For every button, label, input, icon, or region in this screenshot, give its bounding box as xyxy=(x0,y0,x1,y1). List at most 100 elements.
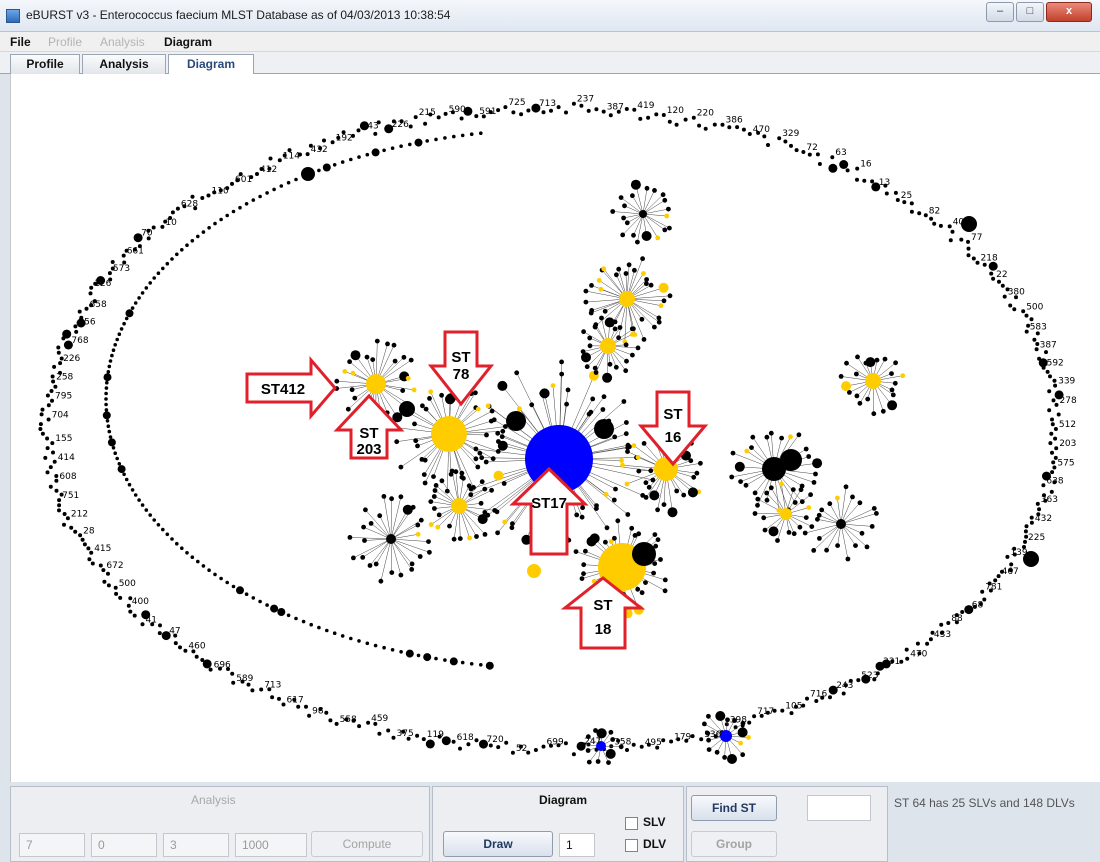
st-node xyxy=(580,505,585,511)
st-node xyxy=(889,387,895,393)
singleton-node xyxy=(856,678,861,683)
st-node xyxy=(806,454,812,459)
singleton-node xyxy=(102,579,107,584)
st-node xyxy=(661,502,667,507)
singleton-node xyxy=(980,589,985,594)
node-label: 247 xyxy=(584,737,601,747)
tab-analysis[interactable]: Analysis xyxy=(82,54,166,74)
node-label: 795 xyxy=(55,392,72,402)
menu-diagram[interactable]: Diagram xyxy=(164,35,212,49)
singleton-node xyxy=(571,101,576,106)
singleton-node xyxy=(40,431,45,436)
diagram-panel-title: Diagram xyxy=(539,793,588,807)
diagram-canvas[interactable]: 512 203 575 638 363 432 225 139 467 781 68 88 433 470… xyxy=(10,74,1100,782)
singleton-node xyxy=(1029,520,1034,525)
draw-button[interactable]: Draw xyxy=(443,831,553,857)
group-button[interactable]: Group xyxy=(691,831,777,857)
singleton-node xyxy=(1008,303,1013,308)
singleton-node xyxy=(839,160,849,169)
node-label: 583 xyxy=(1030,323,1047,333)
st-node xyxy=(428,522,434,527)
node-label: 467 xyxy=(1002,567,1019,577)
singleton-node xyxy=(144,286,149,290)
singleton-node xyxy=(855,177,859,182)
st-node xyxy=(889,371,894,376)
slv-checkbox[interactable] xyxy=(625,817,638,830)
maximize-button[interactable]: □ xyxy=(1016,2,1044,22)
menu-profile[interactable]: Profile xyxy=(48,35,82,49)
singleton-node xyxy=(564,110,568,115)
singleton-node xyxy=(1023,539,1027,544)
singleton-node xyxy=(997,279,1001,284)
st-node xyxy=(803,515,809,520)
st-node xyxy=(514,370,520,376)
singleton-node xyxy=(340,634,345,638)
node-label: 192 xyxy=(336,133,353,143)
st-node xyxy=(639,316,645,322)
singleton-node xyxy=(332,163,337,167)
singleton-node xyxy=(304,704,308,709)
node-label: 589 xyxy=(236,674,253,684)
singleton-node xyxy=(365,152,370,157)
singleton-node xyxy=(294,177,298,182)
singleton-node xyxy=(638,116,643,121)
singleton-node xyxy=(57,503,62,508)
st-node xyxy=(573,549,579,554)
singleton-node xyxy=(932,221,937,226)
node-label: 512 xyxy=(1059,420,1076,430)
tab-profile[interactable]: Profile xyxy=(10,54,80,74)
st-node xyxy=(473,456,479,462)
st-node xyxy=(768,526,779,537)
singleton-node xyxy=(390,648,395,652)
st-node xyxy=(880,408,886,414)
eburst-diagram[interactable]: 512 203 575 638 363 432 225139 46778168 88433 470… xyxy=(11,74,1100,782)
tab-diagram[interactable]: Diagram xyxy=(168,54,254,75)
singleton-node xyxy=(1009,562,1014,567)
close-button[interactable]: x xyxy=(1046,2,1092,22)
singleton-node xyxy=(130,306,135,310)
node-label: 63 xyxy=(835,148,846,158)
cluster-spoke xyxy=(390,498,392,540)
draw-level-input[interactable]: 1 xyxy=(559,833,595,857)
node-label: 608 xyxy=(59,472,76,482)
node-label: 243 xyxy=(836,681,853,691)
analysis-field-1[interactable]: 7 xyxy=(19,833,85,857)
singleton-node xyxy=(667,119,672,124)
analysis-field-3[interactable]: 3 xyxy=(163,833,229,857)
menu-analysis[interactable]: Analysis xyxy=(100,35,145,49)
find-st-input[interactable] xyxy=(807,795,871,821)
minimize-button[interactable]: – xyxy=(986,2,1014,22)
singleton-node xyxy=(1002,294,1007,299)
st-node xyxy=(620,232,626,238)
dlv-checkbox[interactable] xyxy=(625,839,638,852)
singleton-node xyxy=(52,459,57,464)
st-node xyxy=(415,531,421,537)
singleton-node xyxy=(905,656,910,661)
analysis-field-4[interactable]: 1000 xyxy=(235,833,307,857)
find-st-button[interactable]: Find ST xyxy=(691,795,777,821)
st-node xyxy=(587,335,593,341)
singleton-node xyxy=(317,625,321,630)
singleton-node xyxy=(50,374,55,379)
st-node xyxy=(635,239,640,245)
compute-button[interactable]: Compute xyxy=(311,831,423,857)
node-label: 592 xyxy=(1047,359,1064,369)
st-node xyxy=(798,487,804,493)
singleton-node xyxy=(451,739,456,744)
singleton-node xyxy=(571,752,576,757)
singleton-node xyxy=(48,465,53,470)
singleton-node xyxy=(479,131,483,135)
menu-file[interactable]: File xyxy=(10,35,31,49)
st-node xyxy=(887,400,898,411)
st-node xyxy=(466,483,472,489)
st-node xyxy=(490,456,496,462)
st-node xyxy=(586,759,592,765)
st-node xyxy=(564,401,569,407)
singleton-node xyxy=(334,721,339,726)
st-node xyxy=(477,450,483,456)
analysis-field-2[interactable]: 0 xyxy=(91,833,157,857)
st-node xyxy=(652,188,657,193)
st-node xyxy=(727,754,737,764)
node-label: 386 xyxy=(726,116,743,126)
st-node xyxy=(714,749,720,755)
